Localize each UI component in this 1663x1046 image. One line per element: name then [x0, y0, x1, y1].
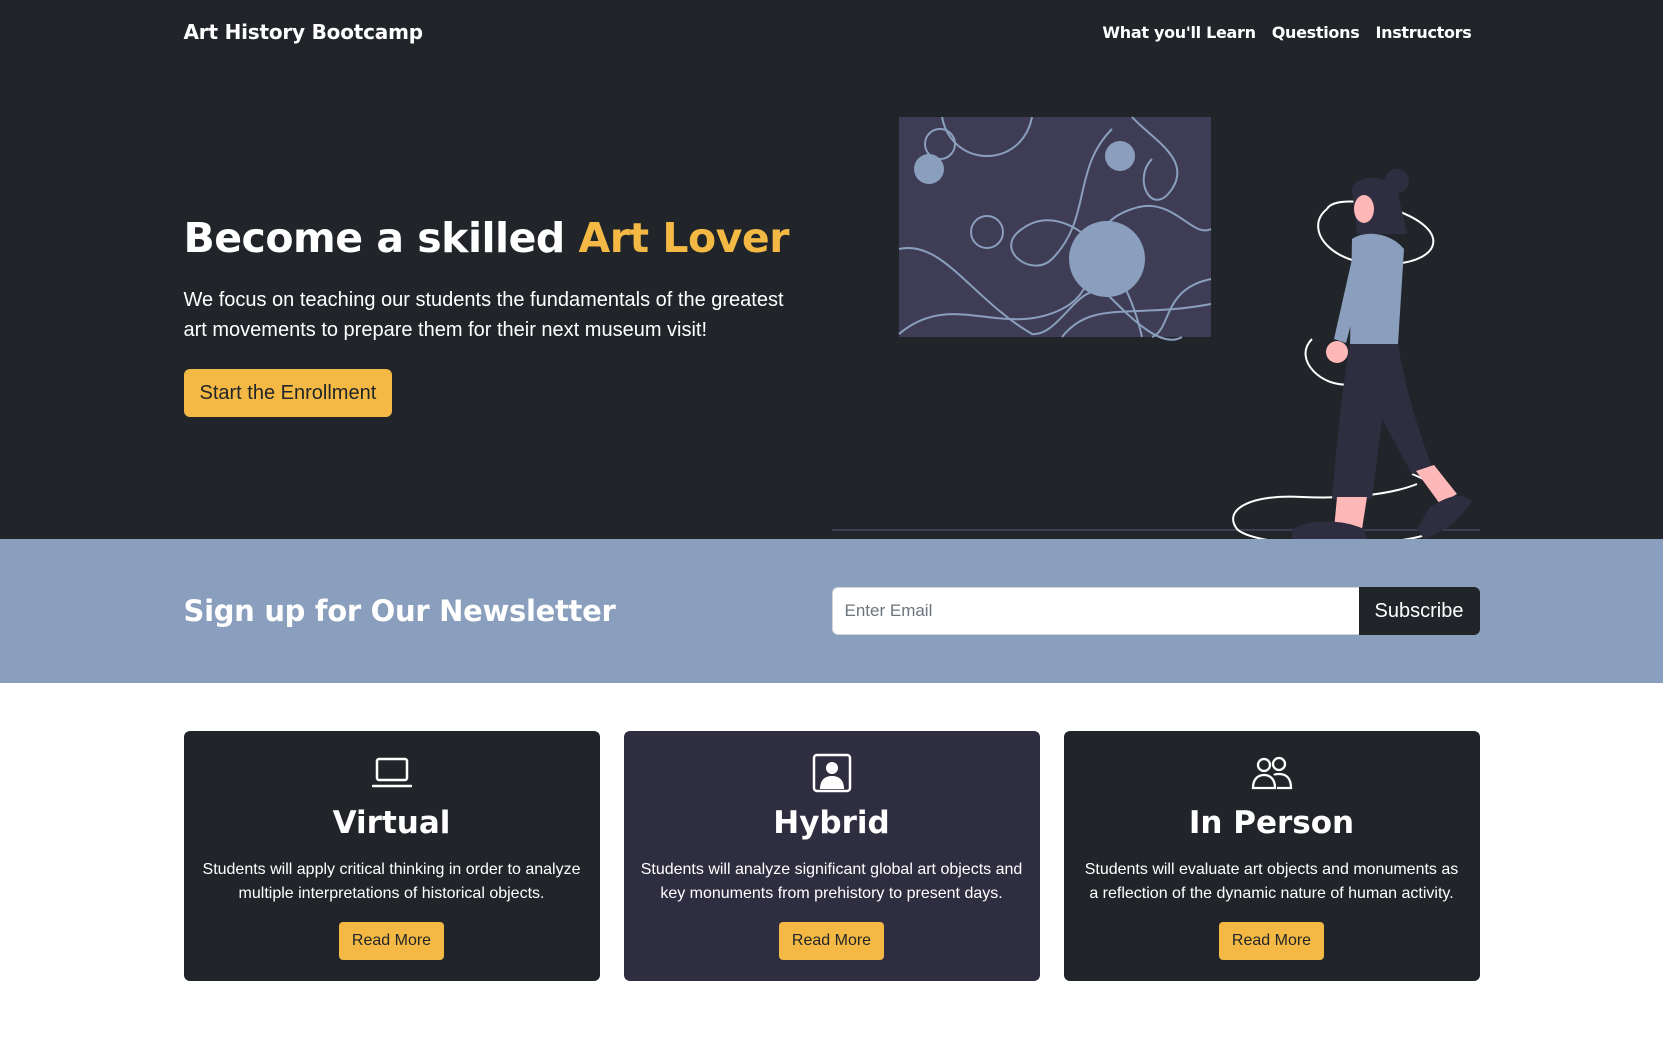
read-more-button[interactable]: Read More: [338, 922, 445, 961]
hero-title-prefix: Become a skilled: [183, 214, 566, 262]
nav-links: What you'll Learn Questions Instructors: [1102, 23, 1479, 42]
card-text: Students will evaluate art objects and m…: [1084, 861, 1459, 903]
card-title: In Person: [1188, 805, 1355, 841]
hero-section: Become a skilled Art Lover We focus on t…: [0, 64, 1663, 539]
card-in-person: In Person Students will evaluate art obj…: [1063, 731, 1480, 981]
newsletter-title: Sign up for Our Newsletter: [183, 594, 616, 628]
card-title: Virtual: [332, 805, 451, 841]
card-hybrid: Hybrid Students will analyze significant…: [623, 731, 1040, 981]
read-more-button[interactable]: Read More: [1218, 922, 1325, 961]
card-text: Students will apply critical thinking in…: [202, 861, 581, 903]
hero-text: Become a skilled Art Lover We focus on t…: [183, 214, 804, 418]
person-square-icon: [624, 751, 1040, 795]
nav-link-what-youll-learn[interactable]: What you'll Learn: [1102, 23, 1256, 42]
newsletter-section: Sign up for Our Newsletter Subscribe: [0, 539, 1663, 683]
card-virtual: Virtual Students will apply critical thi…: [183, 731, 600, 981]
hero-lead: We focus on teaching our students the fu…: [183, 289, 784, 342]
laptop-icon: [184, 751, 600, 795]
hero-title: Become a skilled Art Lover: [184, 214, 804, 263]
subscribe-button[interactable]: Subscribe: [1358, 587, 1480, 635]
read-more-button[interactable]: Read More: [778, 922, 885, 961]
brand-logo[interactable]: Art History Bootcamp: [184, 20, 424, 44]
start-enrollment-button[interactable]: Start the Enrollment: [183, 369, 393, 418]
navbar: Art History Bootcamp What you'll Learn Q…: [0, 0, 1663, 64]
people-icon: [1064, 751, 1480, 795]
boxes-section: Virtual Students will apply critical thi…: [0, 683, 1663, 981]
email-input[interactable]: [831, 587, 1359, 635]
nav-link-instructors[interactable]: Instructors: [1375, 23, 1471, 42]
card-text: Students will analyze significant global…: [640, 861, 1023, 903]
card-title: Hybrid: [773, 805, 890, 841]
newsletter-form: Subscribe: [831, 587, 1480, 635]
woman-walking-past-painting-illustration: [831, 116, 1480, 539]
hero-title-accent: Art Lover: [578, 214, 790, 262]
nav-link-questions[interactable]: Questions: [1272, 23, 1360, 42]
